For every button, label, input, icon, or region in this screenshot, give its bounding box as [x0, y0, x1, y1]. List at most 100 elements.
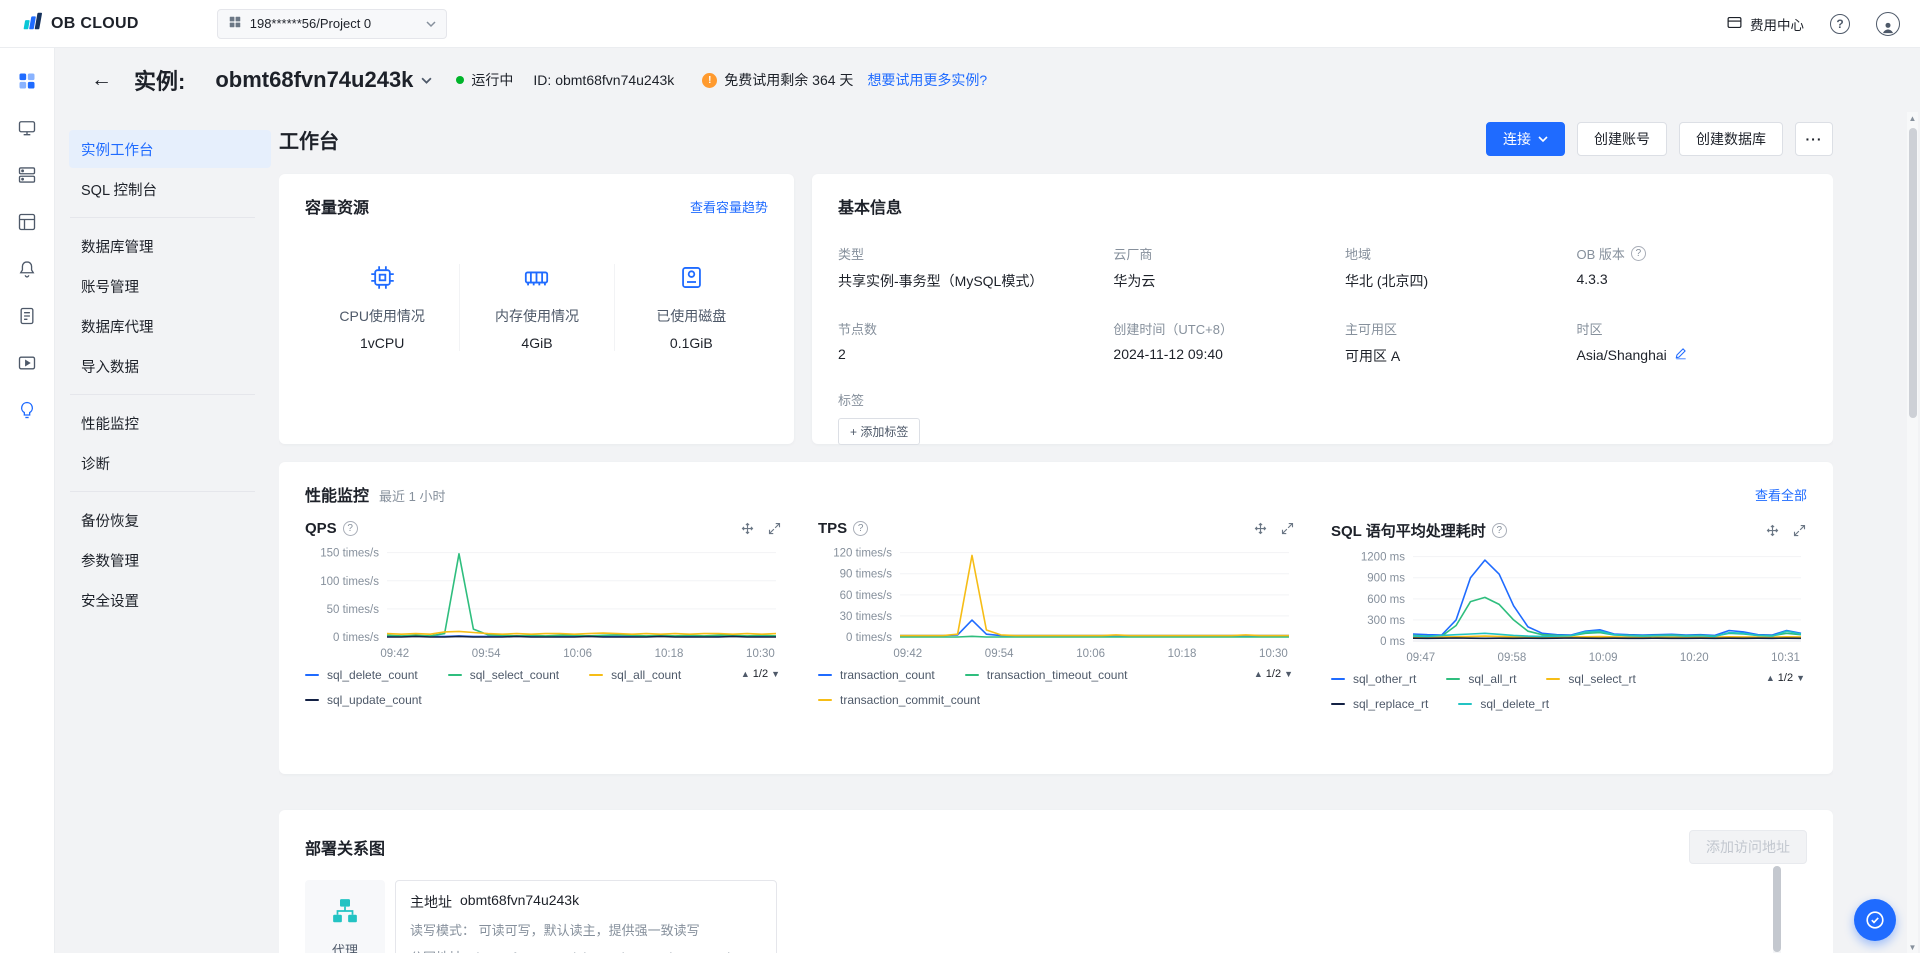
legend-page-down-icon[interactable]: ▼	[1796, 673, 1805, 683]
svg-text:10:31: 10:31	[1771, 652, 1800, 664]
field-tags: 标签 + 添加标签	[838, 390, 1807, 445]
svg-text:0 times/s: 0 times/s	[333, 632, 379, 644]
project-selector[interactable]: 198******56/Project 0	[217, 9, 447, 39]
qps-legend: ▲ 1/2 ▼ sql_delete_count sql_select_count…	[305, 667, 782, 711]
proxy-node[interactable]: 代理	[305, 880, 385, 953]
video-icon[interactable]	[16, 352, 38, 374]
ob-cloud-logo[interactable]: OB CLOUD	[20, 12, 139, 35]
legend-page-up-icon[interactable]: ▲	[1254, 669, 1263, 679]
user-avatar[interactable]	[1876, 12, 1900, 36]
chart-expand-icon[interactable]	[1280, 521, 1295, 536]
page-scrollbar-thumb[interactable]	[1909, 128, 1917, 418]
chart-expand-icon[interactable]	[1792, 523, 1807, 538]
connect-button[interactable]: 连接	[1486, 122, 1565, 156]
support-float-button[interactable]	[1854, 899, 1896, 941]
chart-focus-icon[interactable]	[740, 521, 755, 536]
sidebar-item-sql-console[interactable]: SQL 控制台	[69, 170, 271, 208]
bell-icon[interactable]	[16, 258, 38, 280]
create-database-button[interactable]: 创建数据库	[1679, 122, 1783, 156]
sidebar-item-import-data[interactable]: 导入数据	[69, 347, 271, 385]
instance-switch-chevron-icon[interactable]	[421, 72, 432, 88]
chart-focus-icon[interactable]	[1253, 521, 1268, 536]
sidebar-item-diagnosis[interactable]: 诊断	[69, 444, 271, 482]
legend-item-transaction_commit_count[interactable]: transaction_commit_count	[818, 692, 980, 708]
legend-item-transaction_count[interactable]: transaction_count	[818, 667, 935, 683]
svg-text:10:18: 10:18	[1168, 648, 1197, 660]
doc-icon[interactable]	[16, 305, 38, 327]
create-account-button[interactable]: 创建账号	[1577, 122, 1667, 156]
workspace-icon[interactable]	[16, 70, 38, 92]
sql-rt-legend: ▲ 1/2 ▼ sql_other_rtsql_all_rtsql_select…	[1331, 671, 1807, 715]
view-all-link[interactable]: 查看全部	[1755, 485, 1807, 504]
trial-text: 免费试用剩余 364 天	[724, 70, 853, 90]
monitor-icon[interactable]	[16, 117, 38, 139]
sidebar-item-database-management[interactable]: 数据库管理	[69, 227, 271, 265]
scroll-down-icon[interactable]: ▼	[1907, 943, 1918, 952]
trial-remaining: ! 免费试用剩余 364 天	[702, 70, 853, 90]
sidebar-item-backup-recovery[interactable]: 备份恢复	[69, 501, 271, 539]
legend-page-up-icon[interactable]: ▲	[1766, 673, 1775, 683]
add-tag-button[interactable]: + 添加标签	[838, 418, 920, 445]
table-icon[interactable]	[16, 211, 38, 233]
svg-text:10:18: 10:18	[655, 648, 684, 660]
legend-item-sql_all_count[interactable]: sql_all_count	[589, 667, 681, 683]
legend-page-down-icon[interactable]: ▼	[1284, 669, 1293, 679]
scroll-up-icon[interactable]: ▲	[1907, 114, 1918, 123]
legend-item-sql_delete_rt[interactable]: sql_delete_rt	[1458, 696, 1549, 712]
sql-rt-chart: 0 ms300 ms600 ms900 ms1200 ms09:4709:581…	[1331, 545, 1807, 667]
legend-item-sql_delete_count[interactable]: sql_delete_count	[305, 667, 418, 683]
page-scrollbar[interactable]: ▲ ▼	[1907, 112, 1918, 953]
legend-item-sql_update_count[interactable]: sql_update_count	[305, 692, 422, 708]
rw-mode-line: 读写模式： 可读可写，默认读主，提供强一致读写	[410, 920, 762, 939]
deployment-scrollbar[interactable]	[1773, 866, 1781, 953]
cpu-metric: CPU使用情况 1vCPU	[305, 264, 459, 351]
deployment-title: 部署关系图	[305, 835, 385, 859]
sidebar-item-database-proxy[interactable]: 数据库代理	[69, 307, 271, 345]
cpu-label: CPU使用情况	[305, 306, 459, 326]
legend-page-up-icon[interactable]: ▲	[741, 669, 750, 679]
edit-pencil-icon[interactable]	[1674, 346, 1688, 363]
legend-item-sql_select_count[interactable]: sql_select_count	[448, 667, 559, 683]
help-icon[interactable]: ?	[1830, 14, 1850, 34]
legend-item-sql_replace_rt[interactable]: sql_replace_rt	[1331, 696, 1428, 712]
tps-chart-panel: TPS ? 0 times/s30 times/s60 times/s90 ti…	[818, 520, 1295, 715]
legend-item-sql_all_rt[interactable]: sql_all_rt	[1446, 671, 1516, 687]
help-icon[interactable]: ?	[1492, 523, 1507, 538]
capacity-trend-link[interactable]: 查看容量趋势	[690, 197, 768, 216]
field-created-time: 创建时间（UTC+8） 2024-11-12 09:40	[1113, 319, 1333, 366]
sidebar-item-workbench[interactable]: 实例工作台	[69, 130, 271, 168]
primary-address-card[interactable]: 主地址 obmt68fvn74u243k 读写模式： 可读可写，默认读主，提供强…	[395, 880, 777, 953]
try-more-instances-link[interactable]: 想要试用更多实例?	[867, 70, 987, 90]
svg-text:10:20: 10:20	[1680, 652, 1709, 664]
bulb-icon[interactable]	[16, 399, 38, 421]
sidebar-item-parameter-management[interactable]: 参数管理	[69, 541, 271, 579]
sidebar-item-performance-monitoring[interactable]: 性能监控	[69, 404, 271, 442]
legend-mark	[305, 699, 319, 702]
legend-item-transaction_timeout_count[interactable]: transaction_timeout_count	[965, 667, 1128, 683]
legend-page-down-icon[interactable]: ▼	[771, 669, 780, 679]
svg-text:10:06: 10:06	[1076, 648, 1105, 660]
legend-item-sql_select_rt[interactable]: sql_select_rt	[1546, 671, 1635, 687]
check-circle-icon	[1864, 909, 1886, 931]
help-icon[interactable]: ?	[343, 521, 358, 536]
deployment-scrollbar-thumb[interactable]	[1773, 866, 1781, 952]
status-text: 运行中	[471, 70, 513, 90]
back-arrow-icon[interactable]: ←	[91, 68, 112, 92]
status-badge: 运行中	[456, 70, 513, 90]
legend-item-sql_other_rt[interactable]: sql_other_rt	[1331, 671, 1416, 687]
stack-icon[interactable]	[16, 164, 38, 186]
chart-focus-icon[interactable]	[1765, 523, 1780, 538]
tps-chart: 0 times/s30 times/s60 times/s90 times/s1…	[818, 541, 1295, 663]
svg-text:300 ms: 300 ms	[1367, 615, 1405, 627]
help-icon[interactable]: ?	[853, 521, 868, 536]
svg-text:600 ms: 600 ms	[1367, 594, 1405, 606]
legend-mark	[305, 674, 319, 677]
more-actions-button[interactable]: ···	[1795, 122, 1833, 156]
sidebar-item-account-management[interactable]: 账号管理	[69, 267, 271, 305]
help-icon[interactable]: ?	[1631, 246, 1646, 261]
legend-page-indicator: 1/2	[753, 668, 768, 680]
chart-expand-icon[interactable]	[767, 521, 782, 536]
add-access-address-button[interactable]: 添加访问地址	[1689, 830, 1807, 864]
billing-center-link[interactable]: 费用中心	[1726, 14, 1804, 34]
sidebar-item-security-settings[interactable]: 安全设置	[69, 581, 271, 619]
